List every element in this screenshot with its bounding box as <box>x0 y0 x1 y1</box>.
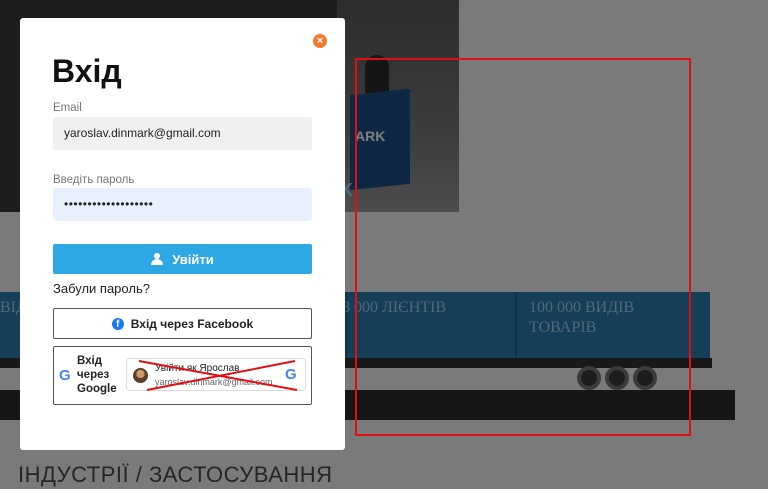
google-account-name: Увійти як Ярослав <box>155 363 240 374</box>
email-field[interactable]: yaroslav.dinmark@gmail.com <box>53 117 312 150</box>
facebook-login-button[interactable]: f Вхід через Facebook <box>53 308 312 339</box>
close-icon[interactable]: × <box>313 34 327 48</box>
google-icon: G <box>59 367 71 384</box>
login-modal: × Вхід Email yaroslav.dinmark@gmail.com … <box>20 18 345 450</box>
login-button-label: Увійти <box>172 251 214 267</box>
facebook-button-label: Вхід через Facebook <box>130 316 254 331</box>
annotation-rectangle <box>355 58 691 436</box>
google-account-email: yaroslav.dinmark@gmail.com <box>155 377 273 387</box>
avatar <box>133 368 148 383</box>
google-login-label: Вхід через Google <box>77 354 117 396</box>
facebook-icon: f <box>111 317 124 330</box>
google-login-box[interactable]: G Вхід через Google Увійти як Ярослав ya… <box>53 346 312 405</box>
google-account-button[interactable]: Увійти як Ярослав yaroslav.dinmark@gmail… <box>126 358 306 391</box>
password-label: Введіть пароль <box>53 174 135 186</box>
email-label: Email <box>53 102 82 114</box>
google-label-line-2: через <box>77 369 110 381</box>
google-label-line-1: Вхід <box>77 355 103 367</box>
google-label-line-3: Google <box>77 383 117 395</box>
user-icon <box>151 253 164 265</box>
password-field[interactable]: ••••••••••••••••••• <box>53 188 312 221</box>
google-icon: G <box>285 366 297 383</box>
login-button[interactable]: Увійти <box>53 244 312 274</box>
modal-title: Вхід <box>52 53 122 89</box>
forgot-password-link[interactable]: Забули пароль? <box>53 281 150 296</box>
